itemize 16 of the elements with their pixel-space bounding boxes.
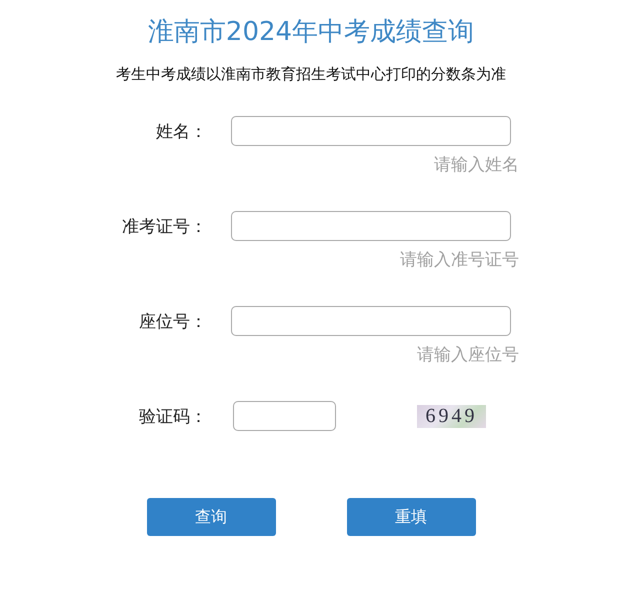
input-field[interactable] — [231, 211, 511, 241]
input-field[interactable] — [231, 116, 511, 146]
input-field[interactable] — [233, 401, 336, 431]
page-title: 淮南市2024年中考成绩查询 — [148, 16, 474, 49]
hint-text: 请输入准号证号 — [400, 249, 519, 272]
input-field[interactable] — [231, 306, 511, 336]
field-label: 座位号： — [138, 310, 207, 332]
field-label: 验证码： — [138, 406, 207, 428]
action-button[interactable]: 查询 — [146, 498, 276, 536]
notice-text: 考生中考成绩以淮南市教育招生考试中心打印的分数条为准 — [116, 64, 506, 84]
field-label: 准考证号： — [121, 216, 207, 238]
action-button[interactable]: 重填 — [346, 498, 476, 536]
captcha-image[interactable]: 6949 — [417, 404, 486, 428]
hint-text: 请输入座位号 — [417, 344, 519, 367]
field-label: 姓名： — [155, 120, 207, 142]
hint-text: 请输入姓名 — [434, 154, 519, 177]
